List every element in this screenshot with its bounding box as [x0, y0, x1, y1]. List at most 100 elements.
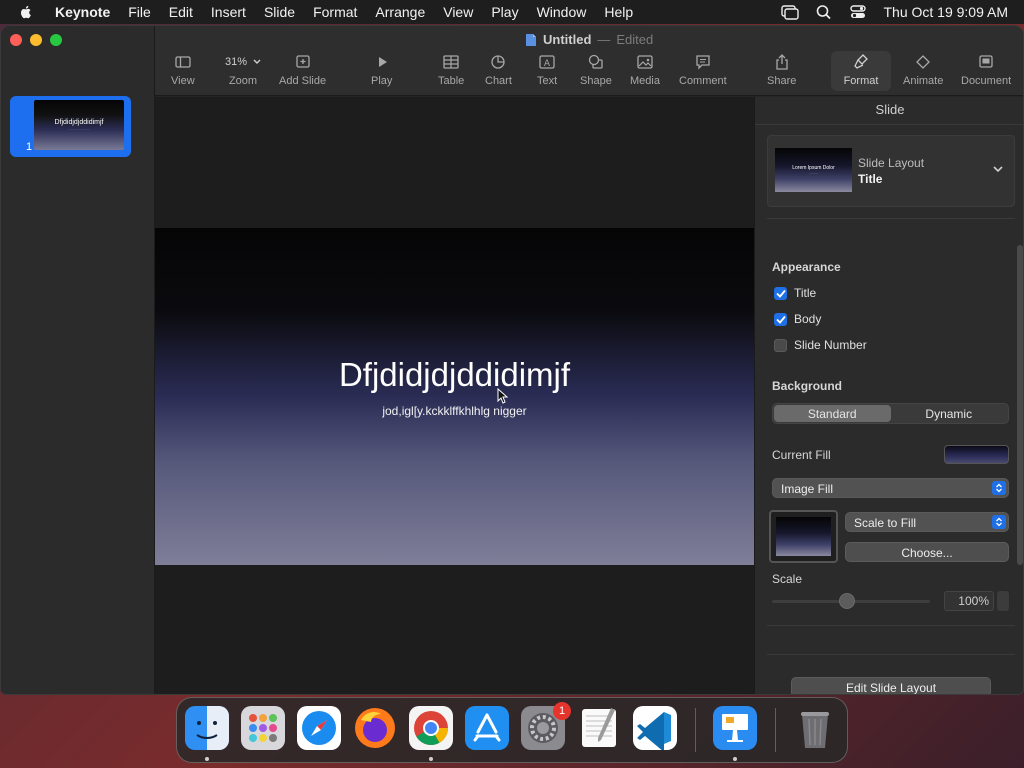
scale-stepper[interactable]	[997, 591, 1009, 611]
mouse-pointer-icon	[497, 388, 509, 404]
scale-mode-popup[interactable]: Scale to Fill	[845, 512, 1009, 532]
dock-trash[interactable]	[793, 706, 837, 750]
dock-textedit[interactable]	[577, 706, 621, 750]
apple-icon[interactable]	[18, 4, 34, 20]
fill-type-popup[interactable]: Image Fill	[772, 478, 1009, 498]
toolbar: Untitled — Edited View 31% Zoom Add Slid…	[155, 26, 1023, 96]
dock-firefox[interactable]	[353, 706, 397, 750]
textedit-icon	[582, 708, 616, 747]
share-label: Share	[767, 75, 797, 87]
menu-clock[interactable]: Thu Oct 19 9:09 AM	[883, 4, 1008, 20]
menu-arrange[interactable]: Arrange	[366, 4, 434, 20]
appearance-body-label: Body	[794, 312, 822, 326]
running-indicator	[733, 757, 737, 761]
dock: 1	[176, 697, 848, 763]
minimize-window-button[interactable]	[30, 34, 42, 46]
menu-play[interactable]: Play	[482, 4, 527, 20]
spotlight-search-icon[interactable]	[815, 4, 833, 20]
fullscreen-window-button[interactable]	[50, 34, 62, 46]
chevron-down-icon[interactable]	[992, 164, 1004, 174]
inspector-scrollbar[interactable]	[1017, 245, 1023, 565]
text-button[interactable]: A Text	[537, 54, 557, 88]
add-slide-button[interactable]: Add Slide	[279, 54, 326, 88]
current-fill-swatch[interactable]	[944, 445, 1009, 464]
shape-icon	[588, 54, 603, 69]
animate-button[interactable]: Animate	[903, 54, 943, 88]
keynote-icon	[713, 706, 757, 750]
dock-chrome[interactable]	[409, 706, 453, 750]
trash-icon	[801, 712, 829, 748]
menu-insert[interactable]: Insert	[202, 4, 255, 20]
shape-button[interactable]: Shape	[580, 54, 612, 88]
slide-thumbnail-preview: Dfjdidjdjddidimjf ·····················	[34, 100, 124, 150]
slide-body-text[interactable]: jod,igl[y.kckklffkhlhlg nigger	[155, 404, 754, 418]
slide-canvas[interactable]: Dfjdidjdjddidimjf jod,igl[y.kckklffkhlhl…	[155, 97, 754, 694]
image-fill-well[interactable]	[769, 510, 838, 563]
dock-app-store[interactable]	[465, 706, 509, 750]
checkbox-checked-icon[interactable]	[774, 312, 787, 326]
menu-view[interactable]: View	[434, 4, 482, 20]
menu-file[interactable]: File	[119, 4, 160, 20]
inspector-header: Slide	[755, 97, 1023, 125]
document-separator: —	[597, 32, 611, 47]
slide-thumbnail-1[interactable]: Dfjdidjdjddidimjf ····················· …	[10, 96, 131, 157]
divider	[767, 218, 1015, 219]
background-dynamic-tab[interactable]: Dynamic	[891, 405, 1008, 422]
comment-icon	[696, 55, 710, 70]
share-button[interactable]: Share	[767, 54, 796, 88]
document-status: Edited	[616, 32, 654, 47]
checkbox-unchecked-icon[interactable]	[774, 338, 787, 352]
comment-button[interactable]: Comment	[679, 54, 727, 88]
table-label: Table	[438, 75, 465, 87]
play-label: Play	[371, 75, 393, 87]
popup-arrows-icon	[992, 515, 1006, 529]
safari-icon	[297, 706, 341, 750]
appearance-slide-number-checkbox[interactable]: Slide Number	[774, 338, 867, 352]
menu-slide[interactable]: Slide	[255, 4, 304, 20]
document-label: Document	[961, 75, 1012, 87]
appearance-body-checkbox[interactable]: Body	[774, 312, 821, 326]
scale-slider-knob[interactable]	[839, 593, 855, 609]
menu-window[interactable]: Window	[528, 4, 596, 20]
menu-edit[interactable]: Edit	[160, 4, 202, 20]
format-inspector: Slide Lorem Ipsum Dolor ········· Slide …	[754, 97, 1023, 694]
slide-layout-selector[interactable]: Lorem Ipsum Dolor ········· Slide Layout…	[767, 135, 1015, 207]
slide-layout-value: Title	[858, 172, 883, 186]
menu-format[interactable]: Format	[304, 4, 366, 20]
scale-value-field[interactable]: 100%	[944, 591, 994, 611]
dock-launchpad[interactable]	[241, 706, 285, 750]
play-button[interactable]: Play	[371, 54, 392, 88]
image-fill-preview	[776, 517, 831, 556]
share-icon	[776, 54, 788, 70]
choose-image-button[interactable]: Choose...	[845, 542, 1009, 562]
control-center-icon[interactable]	[849, 4, 867, 20]
menu-help[interactable]: Help	[595, 4, 642, 20]
background-standard-tab[interactable]: Standard	[774, 405, 891, 422]
dock-safari[interactable]	[297, 706, 341, 750]
dock-vscode[interactable]	[633, 706, 677, 752]
document-button[interactable]: Document	[961, 54, 1011, 88]
chart-button[interactable]: Chart	[485, 54, 512, 88]
current-slide[interactable]: Dfjdidjdjddidimjf jod,igl[y.kckklffkhlhl…	[155, 228, 754, 565]
edit-slide-layout-button[interactable]: Edit Slide Layout	[791, 677, 991, 694]
menu-app-name[interactable]: Keynote	[46, 4, 119, 20]
svg-text:A: A	[544, 59, 551, 69]
close-window-button[interactable]	[10, 34, 22, 46]
dock-finder[interactable]	[185, 706, 229, 750]
view-button[interactable]: View	[171, 54, 195, 88]
document-title[interactable]: Untitled — Edited	[525, 32, 653, 47]
chevron-down-icon	[253, 59, 261, 64]
slide-title-text[interactable]: Dfjdidjdjddidimjf	[155, 356, 754, 394]
table-button[interactable]: Table	[438, 54, 464, 88]
dock-keynote[interactable]	[713, 706, 757, 750]
zoom-popup[interactable]: 31% Zoom	[225, 54, 261, 88]
format-button[interactable]: Format	[831, 51, 891, 91]
settings-notification-badge: 1	[553, 702, 571, 720]
appearance-heading: Appearance	[772, 260, 841, 274]
appearance-title-checkbox[interactable]: Title	[774, 286, 816, 300]
checkbox-checked-icon[interactable]	[774, 286, 787, 300]
table-icon	[443, 55, 459, 69]
screen-mirroring-icon[interactable]	[781, 4, 800, 20]
window-controls	[10, 34, 62, 46]
media-button[interactable]: Media	[630, 54, 660, 88]
